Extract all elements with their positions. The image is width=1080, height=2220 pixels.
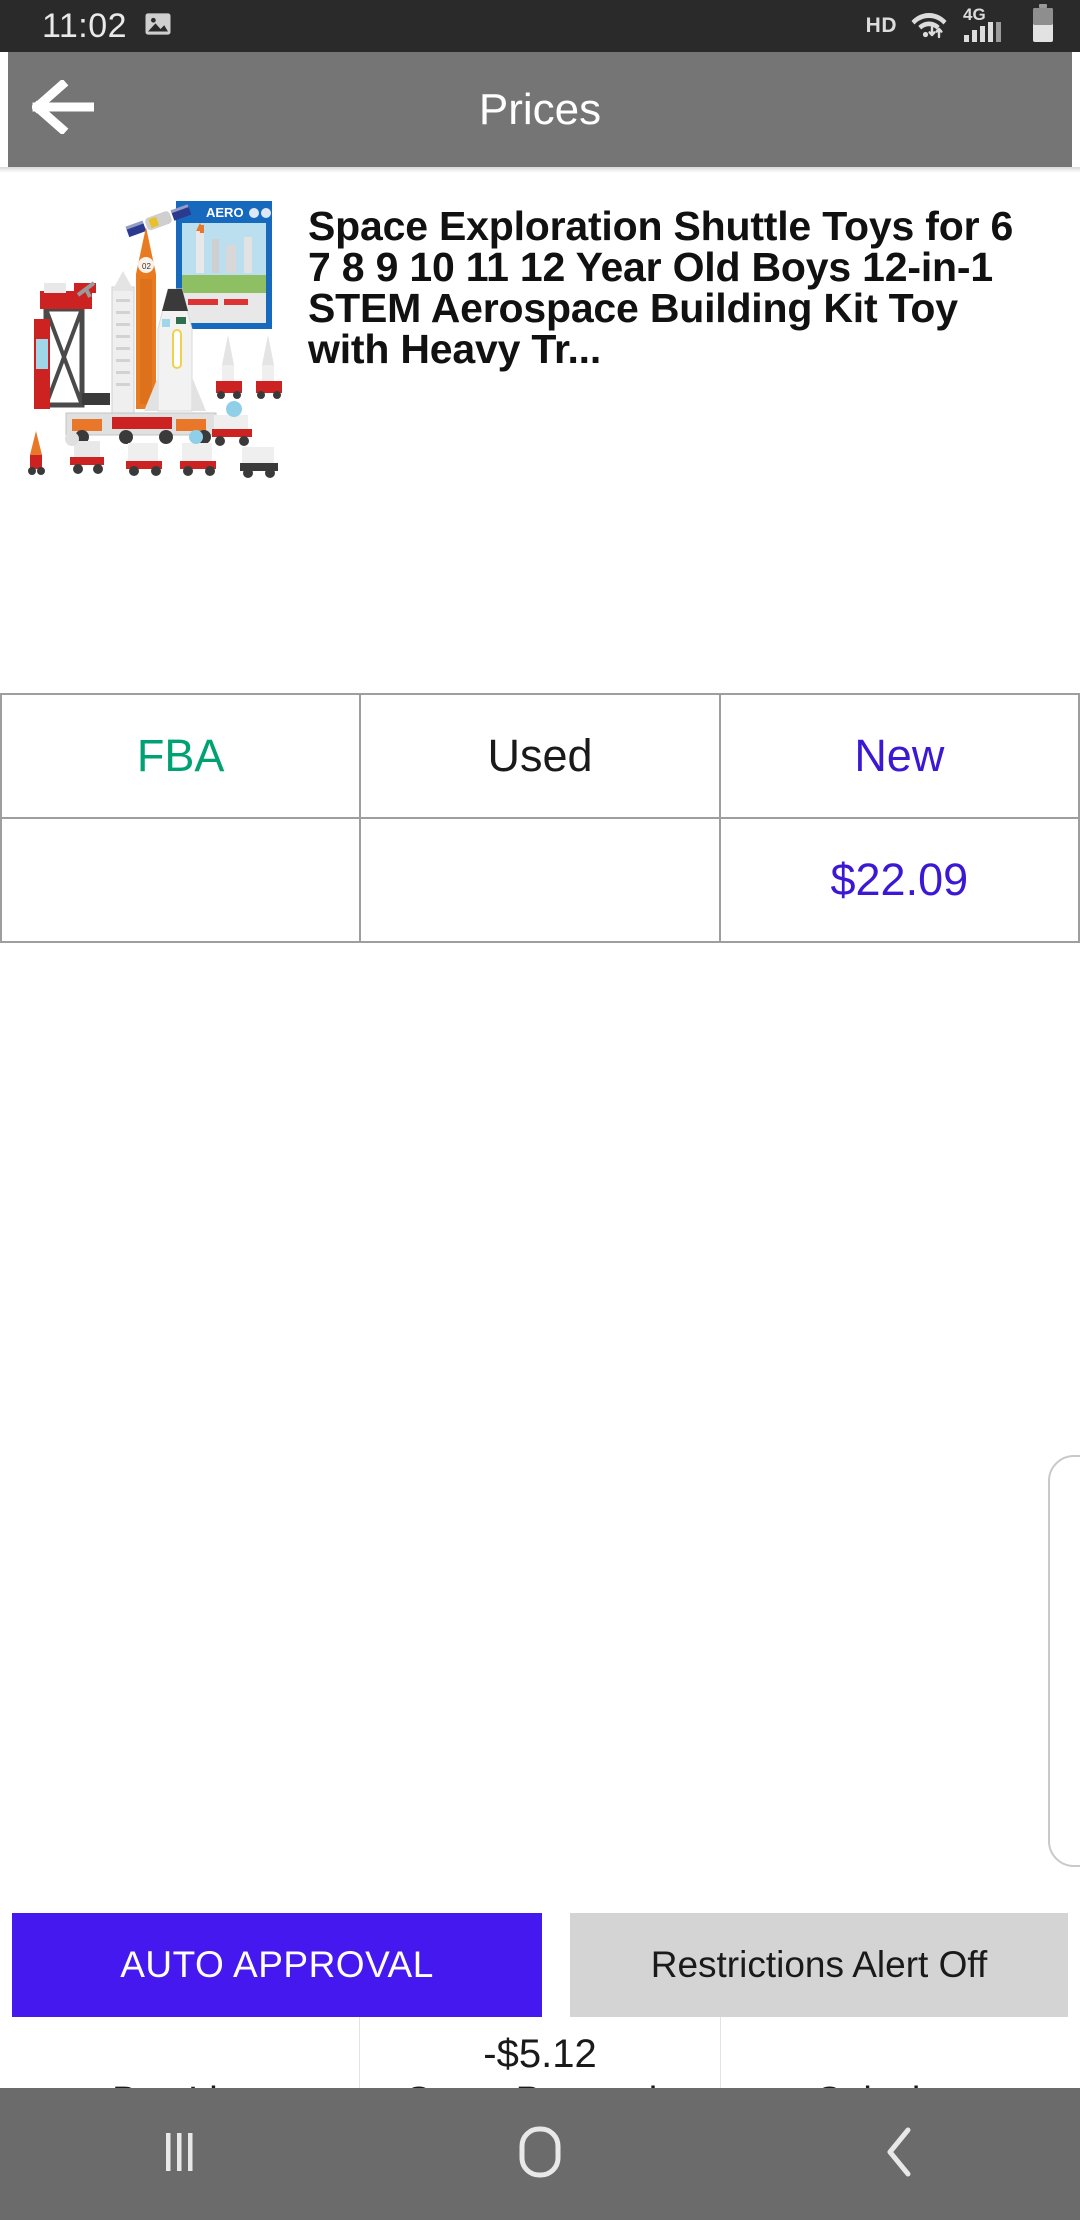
back-arrow-icon [30, 78, 97, 139]
space-toy-illustration: AERO 02 [16, 179, 288, 479]
price-header-fba[interactable]: FBA [0, 693, 362, 819]
price-value-used[interactable] [359, 817, 721, 943]
price-table: FBA Used New $22.09 [0, 693, 1080, 943]
status-bar-clock: 11:02 [42, 6, 128, 45]
table-row: $22.09 [0, 817, 1080, 943]
status-bar: 11:02 HD 4G [0, 0, 1080, 52]
table-header-row: FBA Used New [0, 693, 1080, 819]
recents-button[interactable] [90, 2088, 270, 2220]
status-bar-left: 11:02 [42, 7, 173, 46]
nav-back-button[interactable] [810, 2088, 990, 2220]
price-header-used[interactable]: Used [359, 693, 721, 819]
action-button-row: AUTO APPROVAL Restrictions Alert Off [0, 1913, 1080, 2017]
product-summary: AERO 02 Space Exploration Shuttle Toys f… [0, 173, 1080, 480]
price-header-new[interactable]: New [718, 693, 1080, 819]
android-navigation-bar [0, 2088, 1080, 2220]
back-button[interactable] [8, 52, 118, 167]
home-button[interactable] [450, 2088, 630, 2220]
page-title: Prices [478, 84, 602, 134]
side-panel-card[interactable] [1048, 1455, 1080, 1867]
price-value-fba[interactable] [0, 817, 362, 943]
svg-text:AERO: AERO [206, 205, 244, 220]
wifi-icon [908, 7, 952, 46]
app-bar: Prices [8, 52, 1072, 167]
product-title: Space Exploration Shuttle Toys for 6 7 8… [308, 203, 1014, 372]
product-thumbnail[interactable]: AERO 02 [16, 179, 288, 479]
auto-approval-button[interactable]: AUTO APPROVAL [12, 1913, 542, 2017]
mobile-network-icon: 4G [963, 5, 1019, 48]
nav-back-icon [880, 2124, 920, 2185]
status-bar-right: HD 4G [865, 3, 1056, 49]
home-icon [514, 2124, 566, 2185]
svg-text:02: 02 [142, 262, 151, 271]
recents-icon [158, 2129, 202, 2180]
hd-indicator: HD [865, 14, 897, 37]
svg-text:4G: 4G [963, 5, 986, 24]
gross-proceeds-value: -$5.12 [483, 2032, 597, 2076]
battery-icon [1030, 3, 1056, 49]
price-value-new[interactable]: $22.09 [718, 817, 1080, 943]
restrictions-alert-button[interactable]: Restrictions Alert Off [570, 1913, 1068, 2017]
image-icon [143, 9, 173, 44]
